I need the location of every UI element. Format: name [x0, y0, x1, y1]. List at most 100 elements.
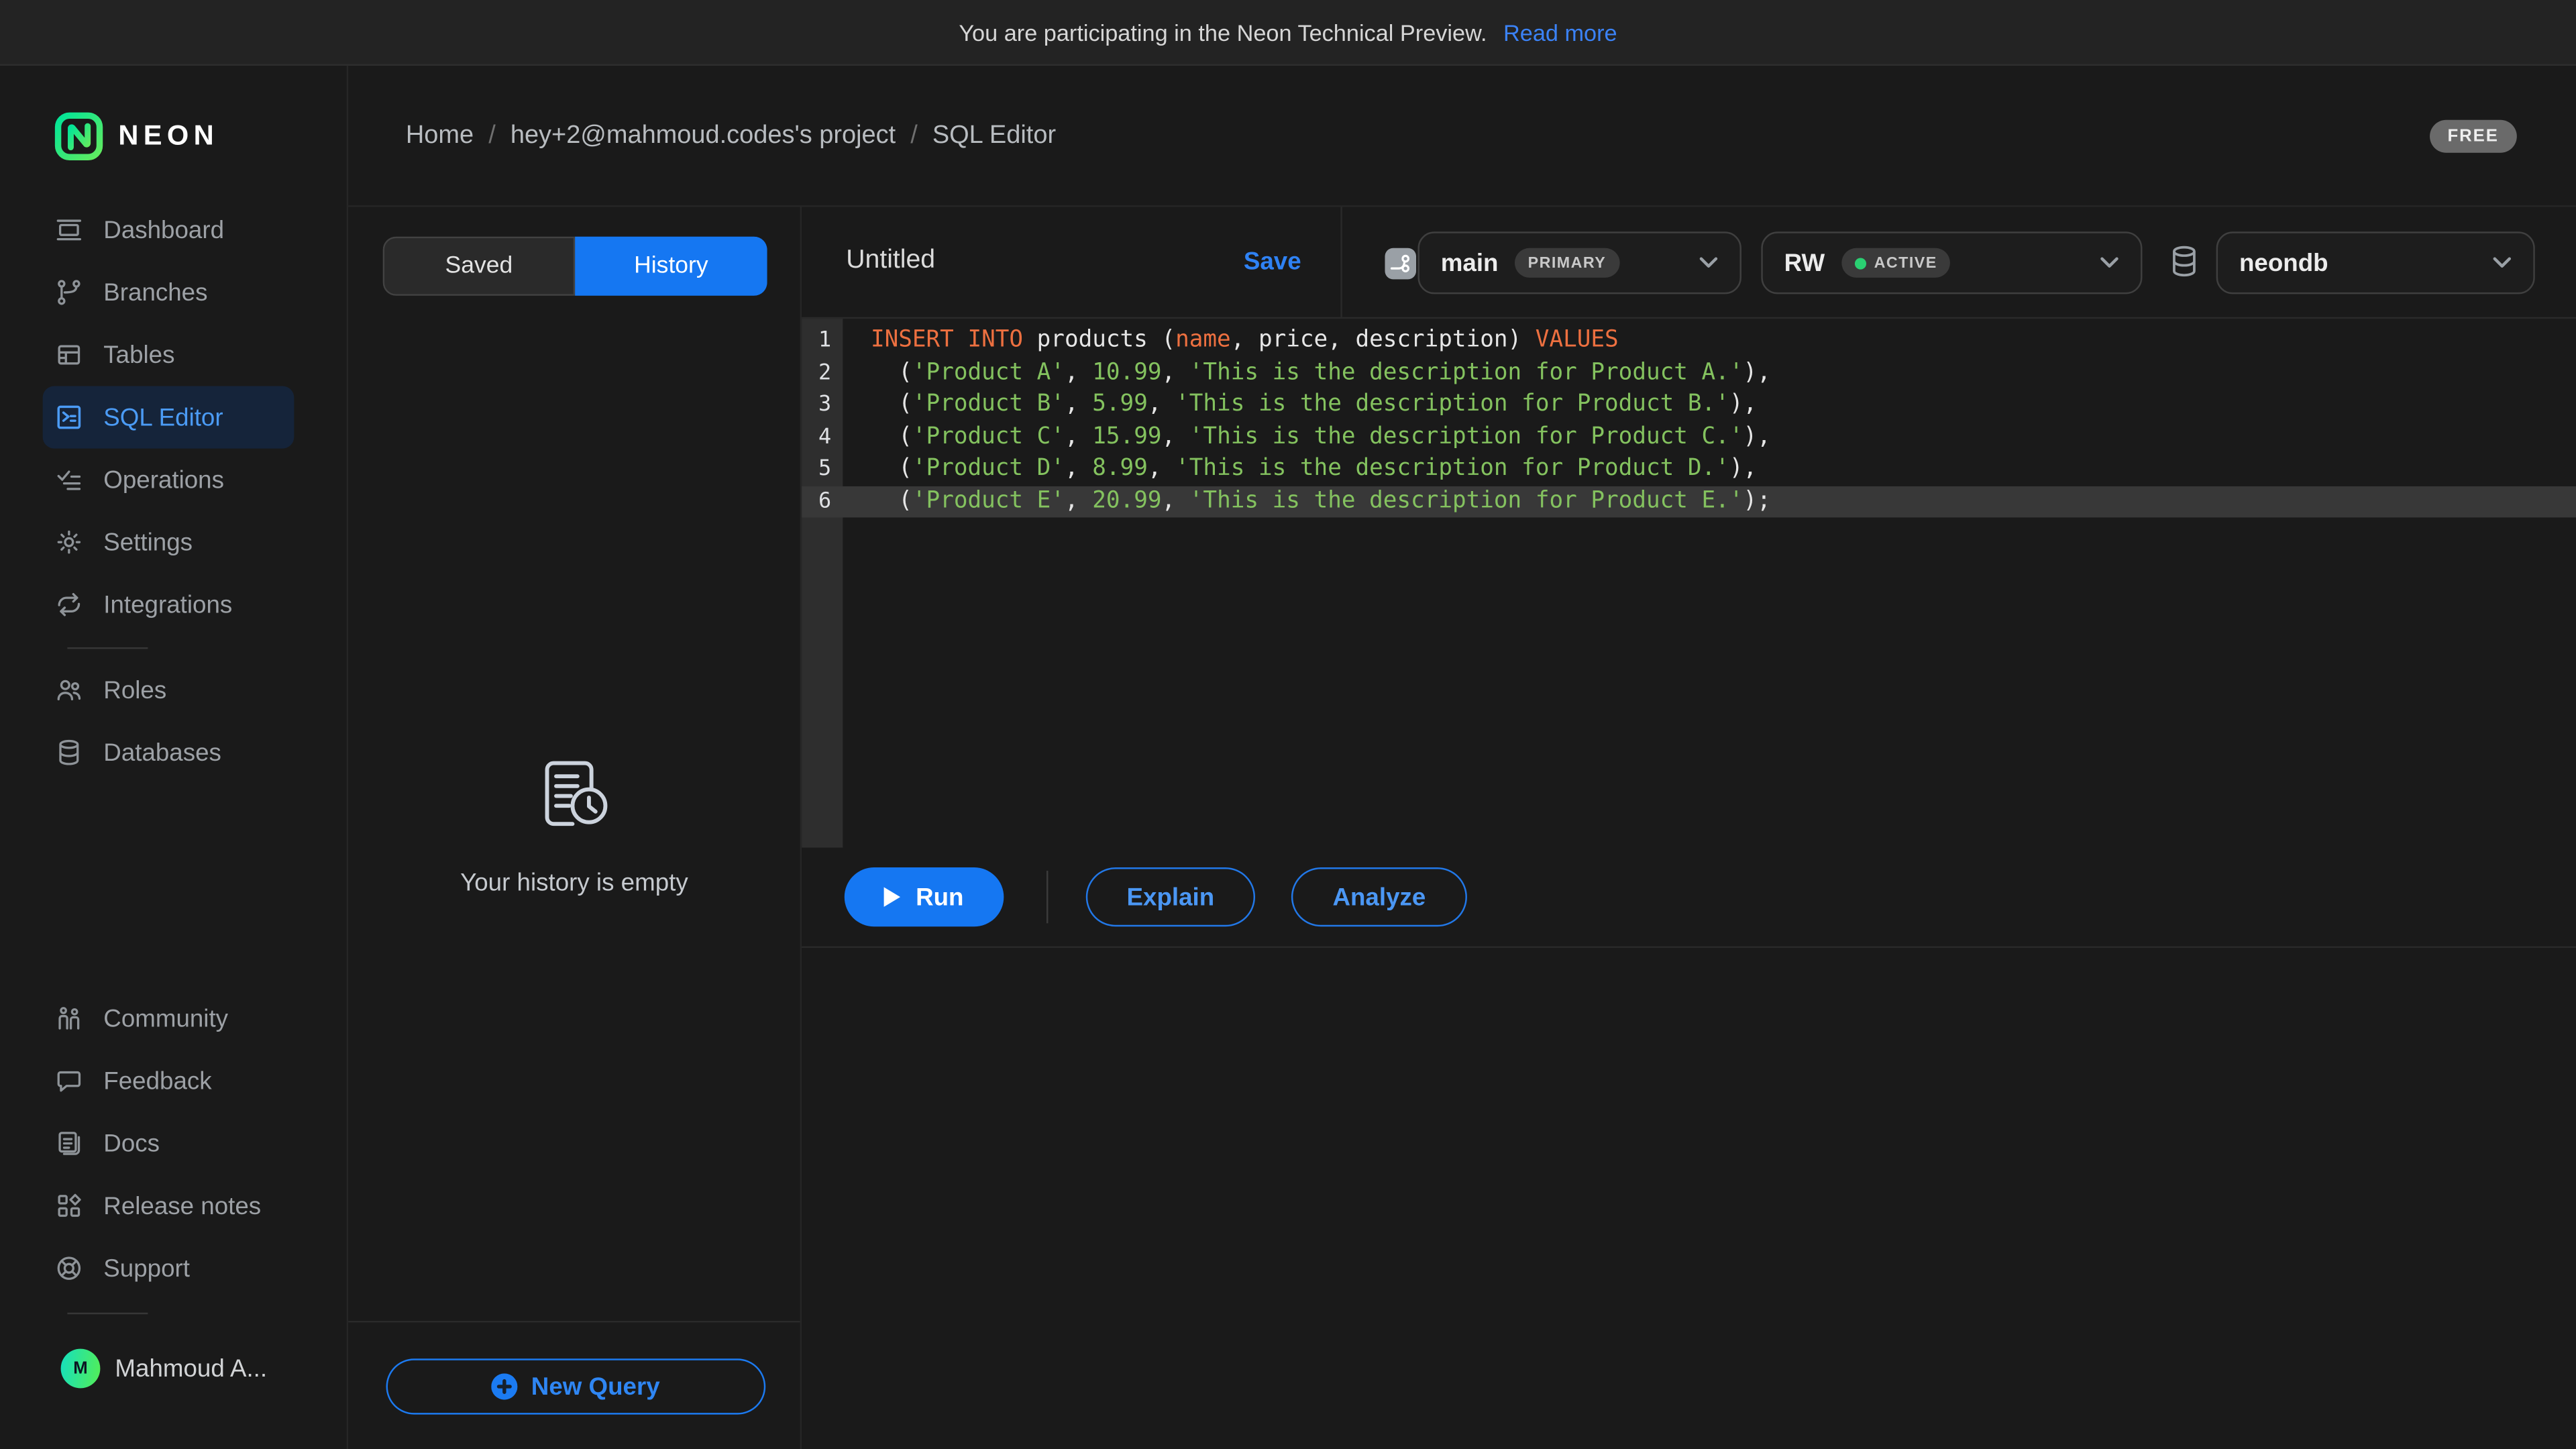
- sidebar-item-dashboard[interactable]: Dashboard: [54, 199, 321, 261]
- sidebar-item-operations[interactable]: Operations: [54, 449, 321, 511]
- sidebar-item-label: Databases: [103, 739, 221, 767]
- save-button[interactable]: Save: [1244, 248, 1301, 276]
- code-line[interactable]: 4 ('Product C', 15.99, 'This is the desc…: [802, 421, 2576, 453]
- user-menu[interactable]: M Mahmoud A...: [0, 1326, 347, 1411]
- code-line[interactable]: 5 ('Product D', 8.99, 'This is the descr…: [802, 453, 2576, 486]
- code-lines: 1 INSERT INTO products (name, price, des…: [802, 319, 2576, 517]
- neon-logo-icon: [54, 112, 103, 161]
- play-icon: [885, 887, 901, 906]
- operations-icon: [54, 465, 84, 494]
- branch-name: main: [1441, 249, 1499, 277]
- read-more-link[interactable]: Read more: [1503, 19, 1617, 45]
- sidebar-item-label: Docs: [103, 1130, 160, 1158]
- breadcrumb-item[interactable]: SQL Editor: [932, 121, 1056, 150]
- feedback-icon: [54, 1066, 84, 1095]
- user-name: Mahmoud A...: [115, 1354, 267, 1383]
- run-label: Run: [916, 883, 963, 911]
- tab-history[interactable]: History: [575, 237, 767, 296]
- sidebar-item-label: Release notes: [103, 1192, 261, 1220]
- sidebar-item-feedback[interactable]: Feedback: [54, 1050, 321, 1112]
- panel-divider: [348, 1321, 800, 1322]
- sidebar-item-label: Operations: [103, 466, 224, 494]
- header-divider: [1340, 207, 1342, 317]
- editor-actions-bar: Run Explain Analyze: [802, 848, 2576, 948]
- neon-console: You are participating in the Neon Techni…: [0, 0, 2576, 1449]
- database-icon: [2170, 243, 2198, 279]
- sidebar-item-databases[interactable]: Databases: [54, 721, 321, 784]
- code-line[interactable]: 1 INSERT INTO products (name, price, des…: [802, 325, 2576, 358]
- tab-label: Saved: [445, 253, 513, 279]
- breadcrumb-segment-hey-2-mahmoud-codes-s-project: / hey+2@mahmoud.codes's project: [474, 121, 896, 150]
- code-line[interactable]: 2 ('Product A', 10.99, 'This is the desc…: [802, 358, 2576, 390]
- database-select[interactable]: neondb: [2216, 231, 2535, 294]
- history-empty-state: Your history is empty: [348, 754, 800, 897]
- status-label: ACTIVE: [1874, 254, 1937, 272]
- sidebar-item-label: Integrations: [103, 590, 232, 619]
- code-editor[interactable]: 1 INSERT INTO products (name, price, des…: [802, 319, 2576, 848]
- code-line[interactable]: 6 ('Product E', 20.99, 'This is the desc…: [802, 486, 2576, 518]
- sidebar-footer-nav: Community Feedback Docs Release notes Su…: [0, 987, 347, 1299]
- analyze-button[interactable]: Analyze: [1291, 867, 1467, 926]
- support-icon: [54, 1254, 84, 1283]
- code-line[interactable]: 3 ('Product B', 5.99, 'This is the descr…: [802, 389, 2576, 421]
- line-number: 3: [802, 389, 843, 421]
- branch-icon-button[interactable]: [1385, 248, 1416, 280]
- avatar: M: [61, 1349, 101, 1389]
- sidebar-item-label: Settings: [103, 528, 193, 556]
- sidebar-item-support[interactable]: Support: [54, 1237, 321, 1299]
- integrations-icon: [54, 590, 84, 619]
- branches-icon: [54, 278, 84, 307]
- release-notes-icon: [54, 1191, 84, 1221]
- line-number: 5: [802, 453, 843, 486]
- line-number: 4: [802, 421, 843, 453]
- tab-saved[interactable]: Saved: [383, 237, 576, 296]
- sidebar-item-community[interactable]: Community: [54, 987, 321, 1050]
- plus-icon: [492, 1373, 518, 1399]
- results-panel: [802, 948, 2576, 1449]
- new-query-button[interactable]: New Query: [386, 1358, 766, 1414]
- brand[interactable]: NEON: [54, 112, 219, 161]
- roles-icon: [54, 676, 84, 705]
- sidebar-item-roles[interactable]: Roles: [54, 659, 321, 721]
- breadcrumb-item[interactable]: Home: [406, 121, 474, 150]
- compute-name: RW: [1784, 249, 1825, 277]
- sidebar-item-release-notes[interactable]: Release notes: [54, 1175, 321, 1237]
- sidebar-item-label: Dashboard: [103, 216, 224, 244]
- sidebar-item-settings[interactable]: Settings: [54, 511, 321, 574]
- dashboard-icon: [54, 215, 84, 245]
- chevron-down-icon: [2492, 256, 2512, 270]
- run-button[interactable]: Run: [845, 867, 1004, 926]
- history-empty-text: Your history is empty: [460, 869, 688, 898]
- technical-preview-banner: You are participating in the Neon Techni…: [0, 0, 2576, 66]
- query-title[interactable]: Untitled: [846, 246, 935, 276]
- breadcrumb-item[interactable]: hey+2@mahmoud.codes's project: [511, 121, 896, 150]
- branch-select[interactable]: main PRIMARY: [1417, 231, 1741, 294]
- code-text: ('Product B', 5.99, 'This is the descrip…: [843, 389, 1757, 421]
- line-number: 6: [802, 486, 843, 518]
- sidebar-item-branches[interactable]: Branches: [54, 261, 321, 323]
- breadcrumb-separator: /: [488, 121, 496, 150]
- sidebar-item-docs[interactable]: Docs: [54, 1112, 321, 1175]
- explain-button[interactable]: Explain: [1086, 867, 1255, 926]
- settings-icon: [54, 527, 84, 557]
- code-text: ('Product C', 15.99, 'This is the descri…: [843, 421, 1770, 453]
- sidebar-item-label: Tables: [103, 341, 174, 369]
- sidebar-item-sql-editor[interactable]: SQL Editor: [43, 386, 294, 449]
- sidebar-item-label: Support: [103, 1254, 190, 1283]
- sidebar-item-integrations[interactable]: Integrations: [54, 574, 321, 636]
- branch-icon: [1390, 253, 1411, 274]
- breadcrumb-separator: /: [910, 121, 918, 150]
- sidebar-item-label: Feedback: [103, 1067, 211, 1095]
- code-text: ('Product A', 10.99, 'This is the descri…: [843, 358, 1770, 390]
- history-empty-icon: [531, 754, 616, 839]
- status-dot: [1854, 257, 1866, 268]
- sidebar-main-nav: Dashboard Branches Tables SQL Editor Ope…: [0, 199, 347, 784]
- tab-label: History: [634, 253, 708, 279]
- sidebar-item-label: Roles: [103, 676, 166, 704]
- compute-select[interactable]: RW ACTIVE: [1761, 231, 2142, 294]
- new-query-label: New Query: [531, 1373, 660, 1401]
- sidebar-item-tables[interactable]: Tables: [54, 323, 321, 386]
- sidebar-item-label: SQL Editor: [103, 403, 223, 431]
- banner-message: You are participating in the Neon Techni…: [959, 19, 1487, 45]
- sidebar-divider: [0, 1301, 347, 1324]
